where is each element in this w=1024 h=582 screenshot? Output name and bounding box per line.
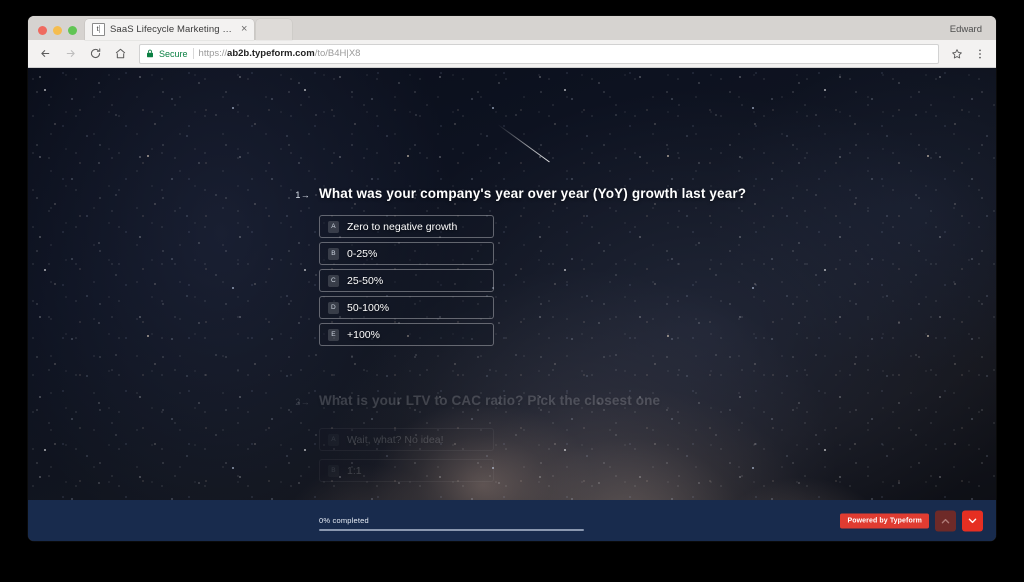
profile-name[interactable]: Edward <box>950 24 982 35</box>
option-label: 50-100% <box>347 301 390 314</box>
question-heading-row: 1→ What was your company's year over yea… <box>294 186 854 201</box>
answer-options-list: A Zero to negative growth B 0-25% C 25-5… <box>319 215 494 346</box>
home-icon[interactable] <box>112 46 128 62</box>
progress-label: 0% completed <box>319 516 369 525</box>
question-number: 1→ <box>294 190 310 200</box>
address-bar[interactable]: Secure https://ab2b.typeform.com/to/B4H|… <box>139 43 939 64</box>
back-arrow-icon[interactable] <box>37 46 53 62</box>
footer-controls: Powered by Typeform <box>840 510 983 532</box>
typeform-form: 1→ What was your company's year over yea… <box>28 68 996 541</box>
reload-icon[interactable] <box>87 46 103 62</box>
current-question-block: 1→ What was your company's year over yea… <box>294 186 854 346</box>
option-key-badge: A <box>328 220 339 233</box>
secure-label: Secure <box>159 48 188 59</box>
option-label: Wait, what? No idea! <box>347 433 444 446</box>
three-dot-menu-icon[interactable] <box>973 46 987 62</box>
next-question-heading-row: 2→ What is your LTV to CAC ratio? Pick t… <box>294 393 854 408</box>
question-arrow-icon: → <box>300 190 310 200</box>
browser-window: t| SaaS Lifecycle Marketing Grad × Edwar… <box>28 16 996 541</box>
progress-bar <box>319 529 584 531</box>
maximize-window-button[interactable] <box>68 26 77 35</box>
next-question-block: 2→ What is your LTV to CAC ratio? Pick t… <box>294 393 854 482</box>
screenshot-stage: t| SaaS Lifecycle Marketing Grad × Edwar… <box>0 0 1024 582</box>
option-key-badge: C <box>328 274 339 287</box>
url-text: https://ab2b.typeform.com/to/B4H|X8 <box>199 48 361 59</box>
option-label: 25-50% <box>347 274 384 287</box>
browser-tab[interactable]: t| SaaS Lifecycle Marketing Grad × <box>85 19 255 40</box>
next-answer-option-b[interactable]: B 1:1 <box>319 459 494 482</box>
url-host: ab2b.typeform.com <box>227 48 315 59</box>
url-scheme: https:// <box>198 48 228 59</box>
answer-option-e[interactable]: E +100% <box>319 323 494 346</box>
page-viewport: 1→ What was your company's year over yea… <box>28 68 996 541</box>
option-label: Zero to negative growth <box>347 220 458 233</box>
star-icon[interactable] <box>950 46 964 62</box>
tab-title: SaaS Lifecycle Marketing Grad <box>110 24 235 35</box>
tab-strip: t| SaaS Lifecycle Marketing Grad × Edwar… <box>28 16 996 40</box>
option-key-badge: B <box>328 465 339 477</box>
omnibox-divider <box>192 48 194 59</box>
option-key-badge: B <box>328 247 339 260</box>
chevron-down-icon <box>968 518 977 524</box>
previous-question-button[interactable] <box>935 510 956 532</box>
next-question-arrow-icon: → <box>300 397 310 407</box>
option-label: 0-25% <box>347 247 378 260</box>
answer-option-c[interactable]: C 25-50% <box>319 269 494 292</box>
option-key-badge: D <box>328 301 339 314</box>
option-label: +100% <box>347 328 380 341</box>
next-question-button[interactable] <box>962 510 983 532</box>
option-label: 1:1 <box>347 464 362 477</box>
answer-option-d[interactable]: D 50-100% <box>319 296 494 319</box>
url-path: /to/B4H|X8 <box>314 48 361 59</box>
form-footer: 0% completed Powered by Typeform <box>28 500 996 541</box>
lock-icon <box>146 49 154 58</box>
answer-option-b[interactable]: B 0-25% <box>319 242 494 265</box>
question-text: What was your company's year over year (… <box>319 186 747 201</box>
next-question-text: What is your LTV to CAC ratio? Pick the … <box>319 393 661 408</box>
next-answer-option-a[interactable]: A Wait, what? No idea! <box>319 428 494 451</box>
browser-toolbar: Secure https://ab2b.typeform.com/to/B4H|… <box>28 40 996 68</box>
window-traffic-lights <box>28 26 85 40</box>
typeform-favicon-icon: t| <box>92 23 105 36</box>
next-question-number: 2→ <box>294 397 310 407</box>
next-answer-options-list: A Wait, what? No idea! B 1:1 <box>319 428 494 482</box>
forward-arrow-icon <box>62 46 78 62</box>
close-icon[interactable]: × <box>240 24 248 35</box>
chevron-up-icon <box>941 518 950 524</box>
progress-section: 0% completed <box>319 516 584 531</box>
minimize-window-button[interactable] <box>53 26 62 35</box>
new-tab-button[interactable] <box>256 19 293 40</box>
answer-option-a[interactable]: A Zero to negative growth <box>319 215 494 238</box>
powered-by-typeform-badge[interactable]: Powered by Typeform <box>840 513 929 529</box>
close-window-button[interactable] <box>38 26 47 35</box>
option-key-badge: E <box>328 328 339 341</box>
option-key-badge: A <box>328 434 339 446</box>
